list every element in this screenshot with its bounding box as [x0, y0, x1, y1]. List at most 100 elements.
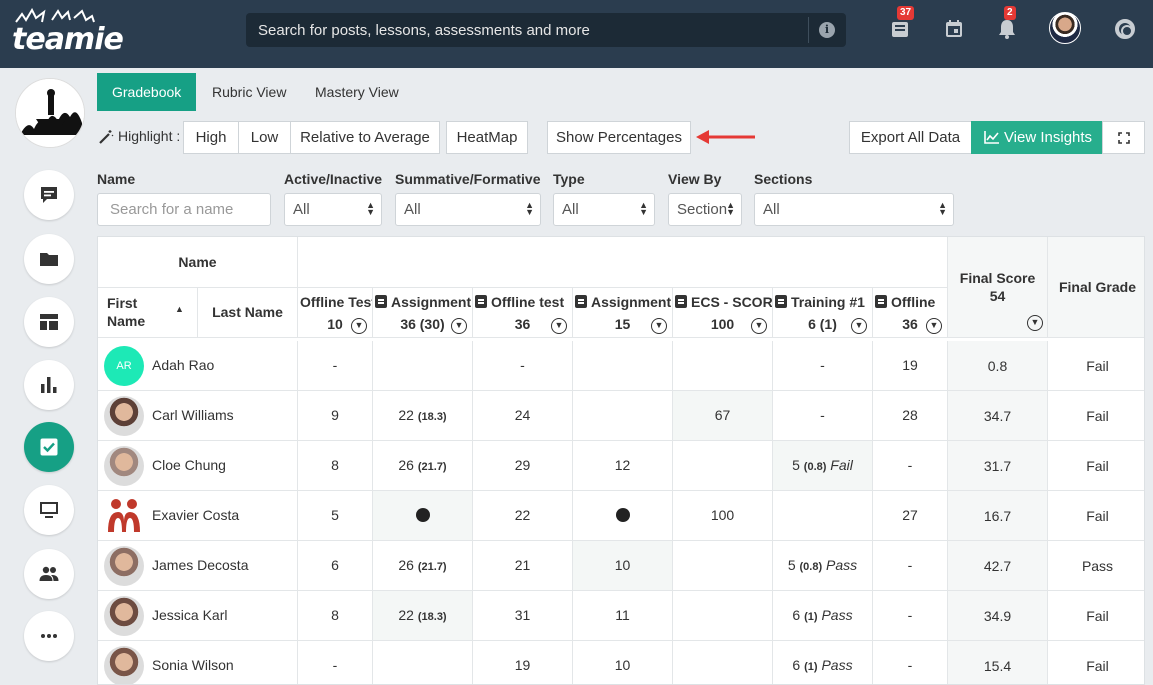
final-score-menu-icon[interactable]: ▼ [1027, 315, 1043, 331]
sort-asc-icon[interactable]: ▲ [175, 304, 184, 314]
grade-cell[interactable]: 9 [298, 391, 373, 441]
column-menu-icon[interactable]: ▼ [351, 318, 367, 334]
summative-formative-select[interactable]: All ▲ ▼ [395, 193, 541, 226]
grade-cell[interactable] [373, 341, 473, 391]
grade-cell[interactable]: 6 (1) Pass [773, 641, 873, 684]
grade-cell[interactable]: - [873, 641, 948, 684]
highlight-relative-button[interactable]: Relative to Average [290, 121, 440, 154]
grade-cell[interactable]: 24 [473, 391, 573, 441]
teamie-logo[interactable]: teamie [12, 8, 124, 57]
grade-cell[interactable]: - [298, 641, 373, 684]
view-insights-button[interactable]: View Insights [971, 121, 1103, 154]
student-name[interactable]: Sonia Wilson [152, 657, 234, 673]
grade-cell[interactable]: 8 [298, 441, 373, 491]
grade-cell[interactable]: 6 (1) Pass [773, 591, 873, 641]
rail-classroom-button[interactable] [24, 485, 74, 535]
grade-cell[interactable] [573, 341, 673, 391]
column-menu-icon[interactable]: ▼ [926, 318, 942, 334]
student-name[interactable]: Adah Rao [152, 357, 214, 373]
grade-cell[interactable]: 19 [873, 341, 948, 391]
grade-cell[interactable]: 19 [473, 641, 573, 684]
grade-cell[interactable]: 22 (18.3) [373, 391, 473, 441]
grade-cell[interactable] [673, 591, 773, 641]
grade-cell[interactable] [673, 541, 773, 591]
grade-cell[interactable]: - [873, 441, 948, 491]
grade-cell[interactable]: 26 (21.7) [373, 541, 473, 591]
grade-cell[interactable]: 31 [473, 591, 573, 641]
rail-more-button[interactable] [24, 611, 74, 661]
grade-cell[interactable] [573, 391, 673, 441]
assessment-column-header[interactable]: ECS - SCORM100▼ [673, 288, 773, 338]
grade-cell[interactable]: 10 [573, 541, 673, 591]
grade-cell[interactable]: 22 (18.3) [373, 591, 473, 641]
grade-cell[interactable] [673, 441, 773, 491]
rail-gradebook-button[interactable] [24, 422, 74, 472]
sections-select[interactable]: All ▲ ▼ [754, 193, 954, 226]
grade-cell[interactable]: 8 [298, 591, 373, 641]
global-search[interactable]: Search for posts, lessons, assessments a… [246, 13, 846, 47]
grade-cell[interactable] [673, 641, 773, 684]
grade-cell[interactable]: 10 [573, 641, 673, 684]
export-all-data-button[interactable]: Export All Data [849, 121, 972, 154]
student-name-cell[interactable]: Sonia Wilson [98, 641, 298, 684]
calendar-button[interactable] [943, 18, 965, 40]
tab-gradebook[interactable]: Gradebook [97, 73, 197, 111]
grade-cell[interactable]: - [873, 541, 948, 591]
column-menu-icon[interactable]: ▼ [651, 318, 667, 334]
assessment-column-header[interactable]: Assignment 36 (30) ▼ [373, 288, 473, 338]
highlight-low-button[interactable]: Low [238, 121, 291, 154]
student-name[interactable]: Carl Williams [152, 407, 234, 423]
grade-cell[interactable]: 5 (0.8) Pass [773, 541, 873, 591]
grade-cell[interactable]: - [473, 341, 573, 391]
tab-mastery-view[interactable]: Mastery View [300, 73, 414, 111]
heatmap-button[interactable]: HeatMap [446, 121, 528, 154]
search-input[interactable]: Search for posts, lessons, assessments a… [258, 22, 590, 39]
help-icon[interactable] [1115, 19, 1135, 39]
grade-cell[interactable] [373, 641, 473, 684]
grade-cell[interactable]: 27 [873, 491, 948, 541]
student-name-cell[interactable]: James Decosta [98, 541, 298, 591]
student-name-cell[interactable]: Jessica Karl [98, 591, 298, 641]
notifications-button[interactable]: 2 [996, 6, 1018, 40]
course-avatar[interactable] [15, 78, 85, 148]
grade-cell[interactable]: - [298, 341, 373, 391]
student-name[interactable]: Cloe Chung [152, 457, 226, 473]
grade-cell[interactable]: 67 [673, 391, 773, 441]
inbox-button[interactable]: 37 [889, 6, 915, 40]
info-icon[interactable]: i [819, 22, 835, 38]
tab-rubric-view[interactable]: Rubric View [197, 73, 301, 111]
rail-dashboard-button[interactable] [24, 297, 74, 347]
assessment-column-header[interactable]: Offline 36 ▼ [873, 288, 948, 338]
rail-messages-button[interactable] [24, 170, 74, 220]
grade-cell[interactable] [673, 341, 773, 391]
rail-analytics-button[interactable] [24, 360, 74, 410]
grade-cell[interactable] [373, 491, 473, 541]
grade-cell[interactable]: 11 [573, 591, 673, 641]
grade-cell[interactable]: - [873, 591, 948, 641]
highlight-high-button[interactable]: High [183, 121, 239, 154]
column-menu-icon[interactable]: ▼ [751, 318, 767, 334]
assessment-column-header[interactable]: Training #1 6 (1) ▼ [773, 288, 873, 338]
grade-cell[interactable]: 29 [473, 441, 573, 491]
column-menu-icon[interactable]: ▼ [851, 318, 867, 334]
final-score-header[interactable]: Final Score 54 ▼ [948, 237, 1048, 338]
student-name-cell[interactable]: Cloe Chung [98, 441, 298, 491]
assessment-column-header[interactable]: Assignment 15 ▼ [573, 288, 673, 338]
grade-cell[interactable]: 12 [573, 441, 673, 491]
grade-cell[interactable]: 5 (0.8) Fail [773, 441, 873, 491]
rail-files-button[interactable] [24, 234, 74, 284]
grade-cell[interactable]: 22 [473, 491, 573, 541]
type-select[interactable]: All ▲ ▼ [553, 193, 655, 226]
user-avatar[interactable] [1049, 12, 1081, 44]
student-name[interactable]: James Decosta [152, 557, 248, 573]
grade-cell[interactable]: 6 [298, 541, 373, 591]
fullscreen-button[interactable] [1102, 121, 1145, 154]
student-name[interactable]: Exavier Costa [152, 507, 239, 523]
student-name-cell[interactable]: AR Adah Rao [98, 341, 298, 391]
assessment-column-header[interactable]: Offline test 36 ▼ [473, 288, 573, 338]
first-name-header[interactable]: First Name ▲ [98, 288, 198, 338]
grade-cell[interactable] [773, 491, 873, 541]
student-name-cell[interactable]: Carl Williams [98, 391, 298, 441]
grade-cell[interactable]: 26 (21.7) [373, 441, 473, 491]
view-by-select[interactable]: Section ▲ ▼ [668, 193, 742, 226]
